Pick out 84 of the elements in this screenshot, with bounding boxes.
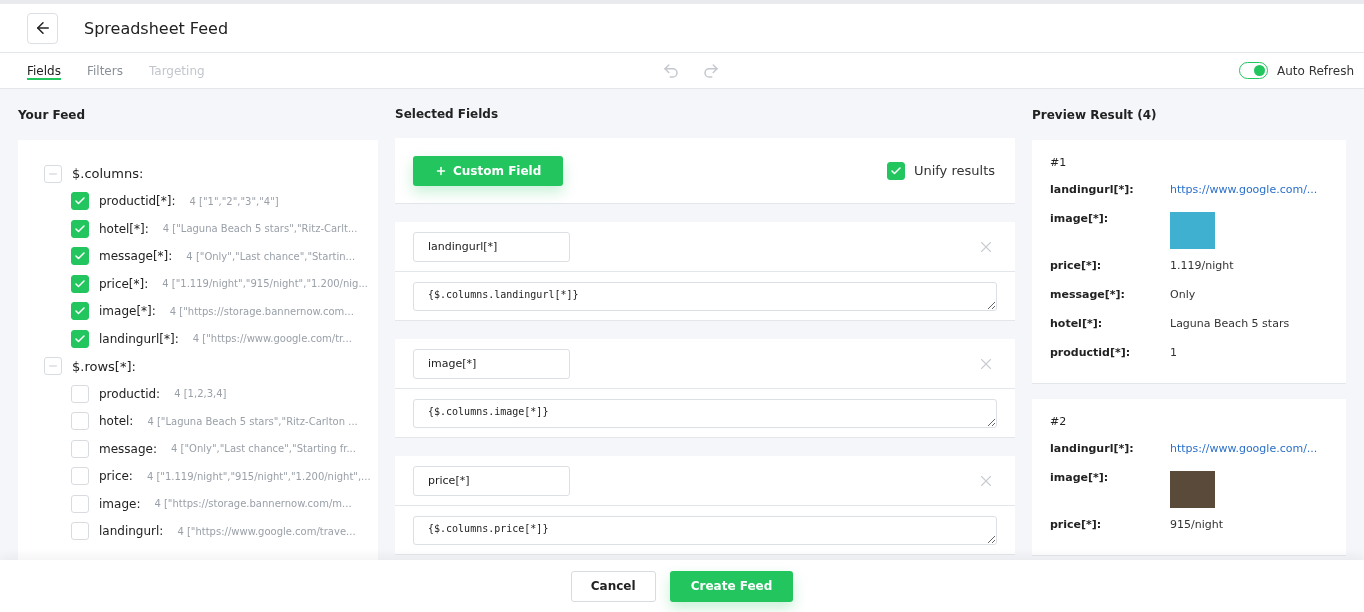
expression-field[interactable]: {$.columns.landingurl[*]} bbox=[413, 281, 997, 311]
field-summary: 4 ["1.119/night","915/night","1.200/night",... bbox=[146, 470, 371, 482]
column-title: Selected Fields bbox=[395, 106, 500, 123]
field-name-input[interactable]: landingurl[*] bbox=[413, 231, 570, 262]
result-key: price[*]: bbox=[1050, 259, 1170, 272]
plus-icon bbox=[435, 164, 447, 177]
result-key: image[*]: bbox=[1050, 471, 1170, 484]
result-value: 915/night bbox=[1170, 518, 1224, 531]
checkbox[interactable] bbox=[71, 302, 89, 321]
field-summary: 4 ["Laguna Beach 5 stars","Ritz-Carlt... bbox=[162, 223, 358, 235]
field-name-input[interactable]: image[*] bbox=[413, 348, 570, 379]
auto-refresh-toggle[interactable] bbox=[1239, 62, 1268, 79]
checkbox[interactable] bbox=[71, 384, 89, 403]
checkbox[interactable] bbox=[71, 329, 89, 348]
field-name: price[*]: bbox=[99, 276, 149, 291]
checkbox[interactable] bbox=[71, 522, 89, 541]
field-summary: 4 [1,2,3,4] bbox=[174, 388, 227, 400]
field-summary: 4 ["Only","Last chance","Startin... bbox=[186, 250, 356, 262]
field-name: hotel: bbox=[99, 414, 134, 429]
column-title: Your Feed bbox=[18, 107, 87, 124]
field-name: hotel[*]: bbox=[99, 221, 149, 236]
page-title: Spreadsheet Feed bbox=[84, 18, 229, 38]
field-name: image[*]: bbox=[99, 304, 156, 319]
field-name: message: bbox=[99, 441, 157, 456]
result-key: price[*]: bbox=[1050, 518, 1170, 531]
result-value: 1 bbox=[1170, 346, 1178, 359]
check-icon bbox=[74, 222, 86, 235]
checkbox-label: Unify results bbox=[913, 163, 995, 178]
field-name: message[*]: bbox=[99, 249, 173, 264]
field-summary: 4 ["https://storage.bannernow.com... bbox=[169, 305, 354, 317]
checkbox[interactable] bbox=[71, 274, 89, 293]
field-name: price: bbox=[99, 469, 133, 484]
field-summary: 4 ["https://www.google.com/tr... bbox=[192, 333, 352, 345]
result-key: hotel[*]: bbox=[1050, 317, 1170, 330]
field-summary: 4 ["Laguna Beach 5 stars","Ritz-Carlton ... bbox=[147, 415, 358, 427]
checkbox[interactable] bbox=[71, 247, 89, 266]
result-key: message[*]: bbox=[1050, 288, 1170, 301]
field-name-input[interactable]: price[*] bbox=[413, 465, 570, 496]
field-summary: 4 ["https://www.google.com/trave... bbox=[177, 525, 356, 537]
expression-field[interactable]: {$.columns.image[*]} bbox=[413, 398, 997, 428]
result-index: #2 bbox=[1050, 415, 1067, 428]
checkbox[interactable] bbox=[71, 467, 89, 486]
undo-icon bbox=[661, 61, 680, 80]
checkbox[interactable] bbox=[71, 412, 89, 431]
field-summary: 4 ["1.119/night","915/night","1.200/nig... bbox=[162, 278, 368, 290]
checkbox[interactable] bbox=[71, 219, 89, 238]
undo-button[interactable] bbox=[661, 61, 680, 80]
tab[interactable]: Fields bbox=[27, 53, 61, 88]
result-key: landingurl[*]: bbox=[1050, 442, 1170, 455]
group-label: $.columns: bbox=[72, 166, 144, 182]
field-name: productid[*]: bbox=[99, 194, 176, 209]
result-value: Only bbox=[1170, 288, 1197, 301]
result-key: productid[*]: bbox=[1050, 346, 1170, 359]
expression-field[interactable]: {$.columns.price[*]} bbox=[413, 515, 997, 545]
result-link[interactable]: https://www.google.com/... bbox=[1170, 442, 1328, 455]
field-summary: 4 ["1","2","3","4"] bbox=[189, 195, 279, 207]
redo-icon bbox=[701, 61, 720, 80]
check-icon bbox=[889, 164, 902, 177]
result-key: image[*]: bbox=[1050, 212, 1170, 225]
field-summary: 4 ["https://storage.bannernow.com/m... bbox=[154, 498, 352, 510]
check-icon bbox=[74, 332, 86, 345]
redo-button[interactable] bbox=[701, 61, 720, 80]
checkbox[interactable] bbox=[71, 439, 89, 458]
result-value: Laguna Beach 5 stars bbox=[1170, 317, 1291, 330]
field-name: image: bbox=[99, 496, 141, 511]
result-key: landingurl[*]: bbox=[1050, 183, 1170, 196]
checkbox[interactable] bbox=[71, 494, 89, 513]
group-label: $.rows[*]: bbox=[72, 358, 136, 374]
field-summary: 4 ["Only","Last chance","Starting fr... bbox=[171, 443, 356, 455]
column-title: Preview Result (4) bbox=[1032, 107, 1158, 124]
back-button[interactable] bbox=[27, 12, 58, 44]
result-index: #1 bbox=[1050, 156, 1067, 169]
field-name: landingurl: bbox=[99, 524, 164, 539]
checkbox[interactable] bbox=[886, 161, 905, 180]
collapse-toggle[interactable] bbox=[44, 357, 62, 376]
check-icon bbox=[74, 277, 86, 290]
checkbox[interactable] bbox=[71, 192, 89, 211]
cancel-button[interactable]: Cancel bbox=[570, 570, 656, 602]
result-link[interactable]: https://www.google.com/... bbox=[1170, 183, 1328, 196]
field-name: landingurl[*]: bbox=[99, 331, 179, 346]
collapse-toggle[interactable] bbox=[44, 164, 62, 183]
result-value: 1.119/night bbox=[1170, 259, 1235, 272]
toggle-label: Auto Refresh bbox=[1277, 63, 1354, 78]
field-name: productid: bbox=[99, 386, 161, 401]
